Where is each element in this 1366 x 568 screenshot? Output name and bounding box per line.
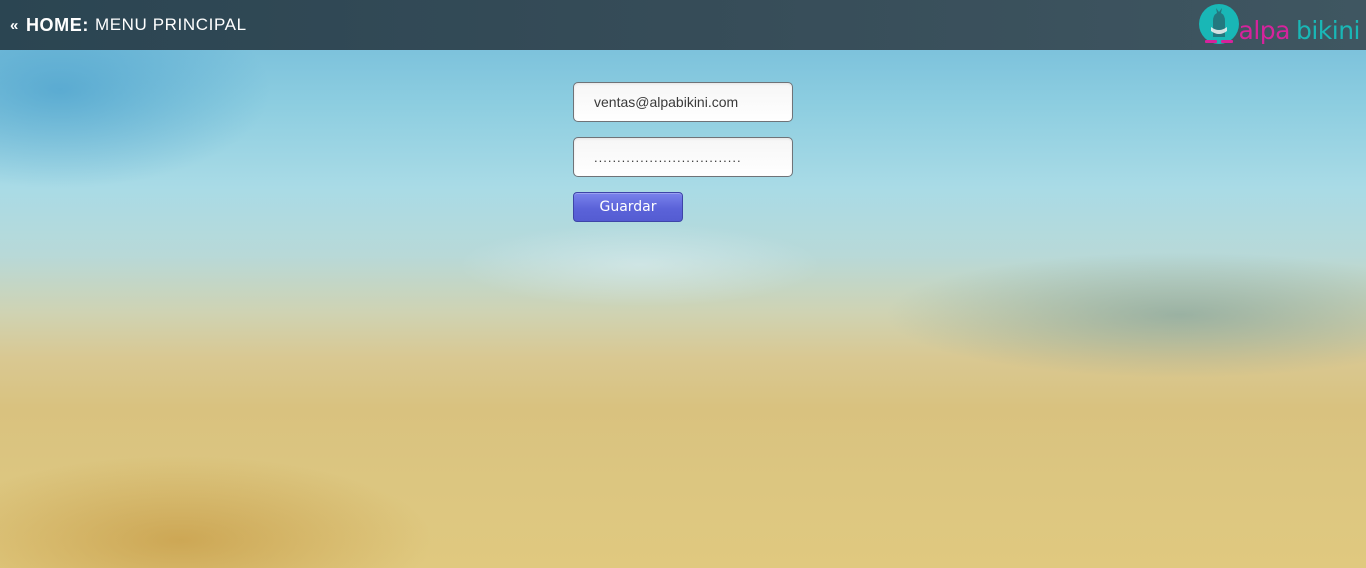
save-button[interactable]: Guardar [573,192,683,222]
brand-logo: alpa bikini [1197,3,1361,47]
alpaca-logo-icon [1197,3,1243,47]
menu-principal-label: MENU PRINCIPAL [94,15,247,34]
top-bar: « HOME : MENU PRINCIPAL alpa bikini [0,0,1366,50]
page-background: « HOME : MENU PRINCIPAL alpabikini G [0,0,1366,568]
home-back-link[interactable]: « HOME : MENU PRINCIPAL [10,15,247,36]
brand-wordmark-bikini: bikini [1295,15,1361,45]
home-label: HOME [25,14,83,35]
brand-wordmark: alpa bikini [1239,16,1361,45]
brand-wordmark-alpa: alpa [1238,15,1291,45]
account-form: Guardar [573,82,793,222]
back-arrow-icon: « [10,16,19,34]
email-field[interactable] [573,82,793,122]
password-field[interactable] [573,137,793,177]
header-separator: : [82,14,89,35]
